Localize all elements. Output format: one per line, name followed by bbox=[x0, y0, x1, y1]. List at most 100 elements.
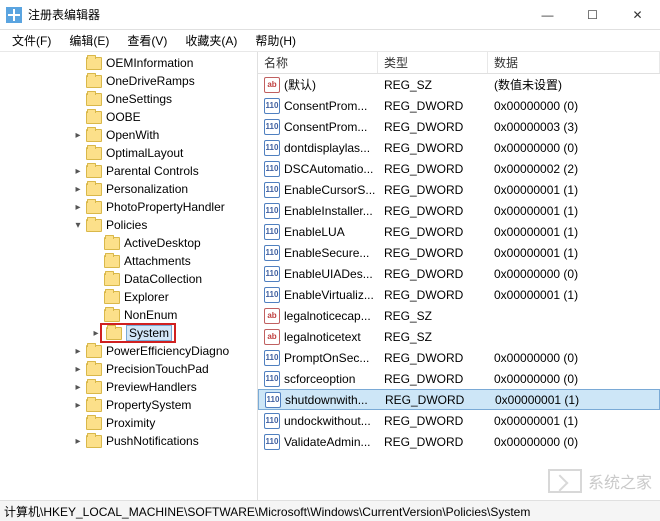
value-data: 0x00000000 (0) bbox=[488, 372, 660, 386]
value-row[interactable]: 110undockwithout...REG_DWORD0x00000001 (… bbox=[258, 410, 660, 431]
column-type[interactable]: 类型 bbox=[378, 52, 488, 73]
folder-icon bbox=[104, 255, 120, 268]
tree-node[interactable]: OneSettings bbox=[0, 90, 257, 108]
tree-node-label: Proximity bbox=[106, 416, 155, 430]
tree-node[interactable]: ▸PropertySystem bbox=[0, 396, 257, 414]
tree-node[interactable]: ▸Personalization bbox=[0, 180, 257, 198]
tree-node[interactable]: ▸PreviewHandlers bbox=[0, 378, 257, 396]
value-data: 0x00000001 (1) bbox=[488, 204, 660, 218]
tree-node[interactable]: ▾Policies bbox=[0, 216, 257, 234]
value-type: REG_DWORD bbox=[378, 141, 488, 155]
value-row[interactable]: 110DSCAutomatio...REG_DWORD0x00000002 (2… bbox=[258, 158, 660, 179]
tree-toggle-icon[interactable]: ▾ bbox=[72, 220, 84, 231]
folder-icon bbox=[86, 147, 102, 160]
tree-node[interactable]: OptimalLayout bbox=[0, 144, 257, 162]
value-name-cell: ablegalnoticetext bbox=[258, 329, 378, 345]
value-name-cell: 110EnableCursorS... bbox=[258, 182, 378, 198]
dword-value-icon: 110 bbox=[264, 413, 280, 429]
tree-node[interactable]: ▸PushNotifications bbox=[0, 432, 257, 450]
tree-toggle-icon[interactable]: ▸ bbox=[72, 202, 84, 213]
folder-icon bbox=[86, 345, 102, 358]
tree-node-label: OneSettings bbox=[106, 92, 172, 106]
value-row[interactable]: 110dontdisplaylas...REG_DWORD0x00000000 … bbox=[258, 137, 660, 158]
tree-node[interactable]: Attachments bbox=[0, 252, 257, 270]
tree-node[interactable]: ▸OpenWith bbox=[0, 126, 257, 144]
dword-value-icon: 110 bbox=[264, 203, 280, 219]
tree-node[interactable]: Explorer bbox=[0, 288, 257, 306]
tree-node[interactable]: Proximity bbox=[0, 414, 257, 432]
value-row[interactable]: 110 EnableInstaller... REG_DWORD0x00000001… bbox=[258, 200, 660, 221]
menu-favorites[interactable]: 收藏夹(A) bbox=[177, 30, 245, 51]
tree-node-label: Explorer bbox=[124, 290, 169, 304]
value-name: dontdisplaylas... bbox=[284, 141, 370, 155]
value-name: EnableSecure... bbox=[284, 246, 369, 260]
tree-node[interactable]: OOBE bbox=[0, 108, 257, 126]
column-name[interactable]: 名称 bbox=[258, 52, 378, 73]
window-title: 注册表编辑器 bbox=[28, 6, 525, 23]
tree-node[interactable]: ▸PowerEfficiencyDiagno bbox=[0, 342, 257, 360]
tree-toggle-icon[interactable]: ▸ bbox=[72, 346, 84, 357]
dword-value-icon: 110 bbox=[264, 161, 280, 177]
menu-help[interactable]: 帮助(H) bbox=[247, 30, 304, 51]
tree-node[interactable]: OneDriveRamps bbox=[0, 72, 257, 90]
tree-toggle-icon[interactable]: ▸ bbox=[72, 184, 84, 195]
value-data: (数值未设置) bbox=[488, 76, 660, 93]
tree-node[interactable]: ▸System bbox=[0, 324, 257, 342]
folder-icon bbox=[86, 381, 102, 394]
value-row[interactable]: 110EnableUIADes...REG_DWORD0x00000000 (0… bbox=[258, 263, 660, 284]
tree-node[interactable]: ▸PhotoPropertyHandler bbox=[0, 198, 257, 216]
close-button[interactable]: ✕ bbox=[615, 0, 660, 30]
value-row[interactable]: 110EnableLUAREG_DWORD0x00000001 (1) bbox=[258, 221, 660, 242]
value-type: REG_DWORD bbox=[378, 435, 488, 449]
value-row[interactable]: 110scforceoptionREG_DWORD0x00000000 (0) bbox=[258, 368, 660, 389]
tree-node[interactable]: ActiveDesktop bbox=[0, 234, 257, 252]
value-name: PromptOnSec... bbox=[284, 351, 369, 365]
folder-icon bbox=[86, 183, 102, 196]
value-row[interactable]: 110ValidateAdmin...REG_DWORD0x00000000 (… bbox=[258, 431, 660, 452]
highlight-annotation: System bbox=[100, 323, 176, 343]
tree-toggle-icon[interactable]: ▸ bbox=[72, 382, 84, 393]
tree-node[interactable]: ▸ PrecisionTouchPad bbox=[0, 360, 257, 378]
tree-node[interactable]: ▸Parental Controls bbox=[0, 162, 257, 180]
tree-toggle-icon[interactable]: ▸ bbox=[72, 166, 84, 177]
menu-file[interactable]: 文件(F) bbox=[4, 30, 59, 51]
dword-value-icon: 110 bbox=[264, 245, 280, 261]
value-row[interactable]: ablegalnoticetextREG_SZ bbox=[258, 326, 660, 347]
tree-toggle-icon[interactable]: ▸ bbox=[72, 436, 84, 447]
value-row[interactable]: 110shutdownwith...REG_DWORD0x00000001 (1… bbox=[258, 389, 660, 410]
menu-edit[interactable]: 编辑(E) bbox=[61, 30, 117, 51]
value-row[interactable]: 110EnableVirtualiz...REG_DWORD0x00000001… bbox=[258, 284, 660, 305]
tree-node[interactable]: OEMInformation bbox=[0, 54, 257, 72]
value-type: REG_DWORD bbox=[378, 246, 488, 260]
value-row[interactable]: 110PromptOnSec...REG_DWORD0x00000000 (0) bbox=[258, 347, 660, 368]
tree-toggle-icon[interactable]: ▸ bbox=[72, 400, 84, 411]
column-data[interactable]: 数据 bbox=[488, 52, 660, 73]
tree-node[interactable]: NonEnum bbox=[0, 306, 257, 324]
value-row[interactable]: 110ConsentProm...REG_DWORD0x00000000 (0) bbox=[258, 95, 660, 116]
value-name: EnableInstaller... bbox=[284, 204, 373, 218]
dword-value-icon: 110 bbox=[264, 266, 280, 282]
dword-value-icon: 110 bbox=[264, 371, 280, 387]
tree-view[interactable]: OEMInformationOneDriveRamps OneSettings OO… bbox=[0, 52, 258, 500]
value-name-cell: 110dontdisplaylas... bbox=[258, 140, 378, 156]
tree-toggle-icon[interactable]: ▸ bbox=[72, 130, 84, 141]
value-type: REG_DWORD bbox=[378, 372, 488, 386]
value-row[interactable]: 110EnableSecure...REG_DWORD0x00000001 (1… bbox=[258, 242, 660, 263]
value-name: EnableVirtualiz... bbox=[284, 288, 374, 302]
minimize-button[interactable]: — bbox=[525, 0, 570, 30]
tree-node[interactable]: DataCollection bbox=[0, 270, 257, 288]
tree-toggle-icon[interactable]: ▸ bbox=[72, 364, 84, 375]
value-row[interactable]: ab(默认)REG_SZ(数值未设置) bbox=[258, 74, 660, 95]
content-area: OEMInformationOneDriveRamps OneSettings OO… bbox=[0, 52, 660, 500]
tree-node-label: PrecisionTouchPad bbox=[106, 362, 209, 376]
list-body[interactable]: ab(默认)REG_SZ(数值未设置)110ConsentProm...REG_… bbox=[258, 74, 660, 500]
folder-icon bbox=[104, 237, 120, 250]
tree-node-label: OOBE bbox=[106, 110, 141, 124]
value-row[interactable]: ablegalnoticecap...REG_SZ bbox=[258, 305, 660, 326]
value-row[interactable]: 110ConsentProm...REG_DWORD0x00000003 (3) bbox=[258, 116, 660, 137]
value-row[interactable]: 110EnableCursorS...REG_DWORD0x00000001 (… bbox=[258, 179, 660, 200]
menu-view[interactable]: 查看(V) bbox=[119, 30, 175, 51]
string-value-icon: ab bbox=[264, 329, 280, 345]
maximize-button[interactable]: ☐ bbox=[570, 0, 615, 30]
value-type: REG_DWORD bbox=[378, 204, 488, 218]
